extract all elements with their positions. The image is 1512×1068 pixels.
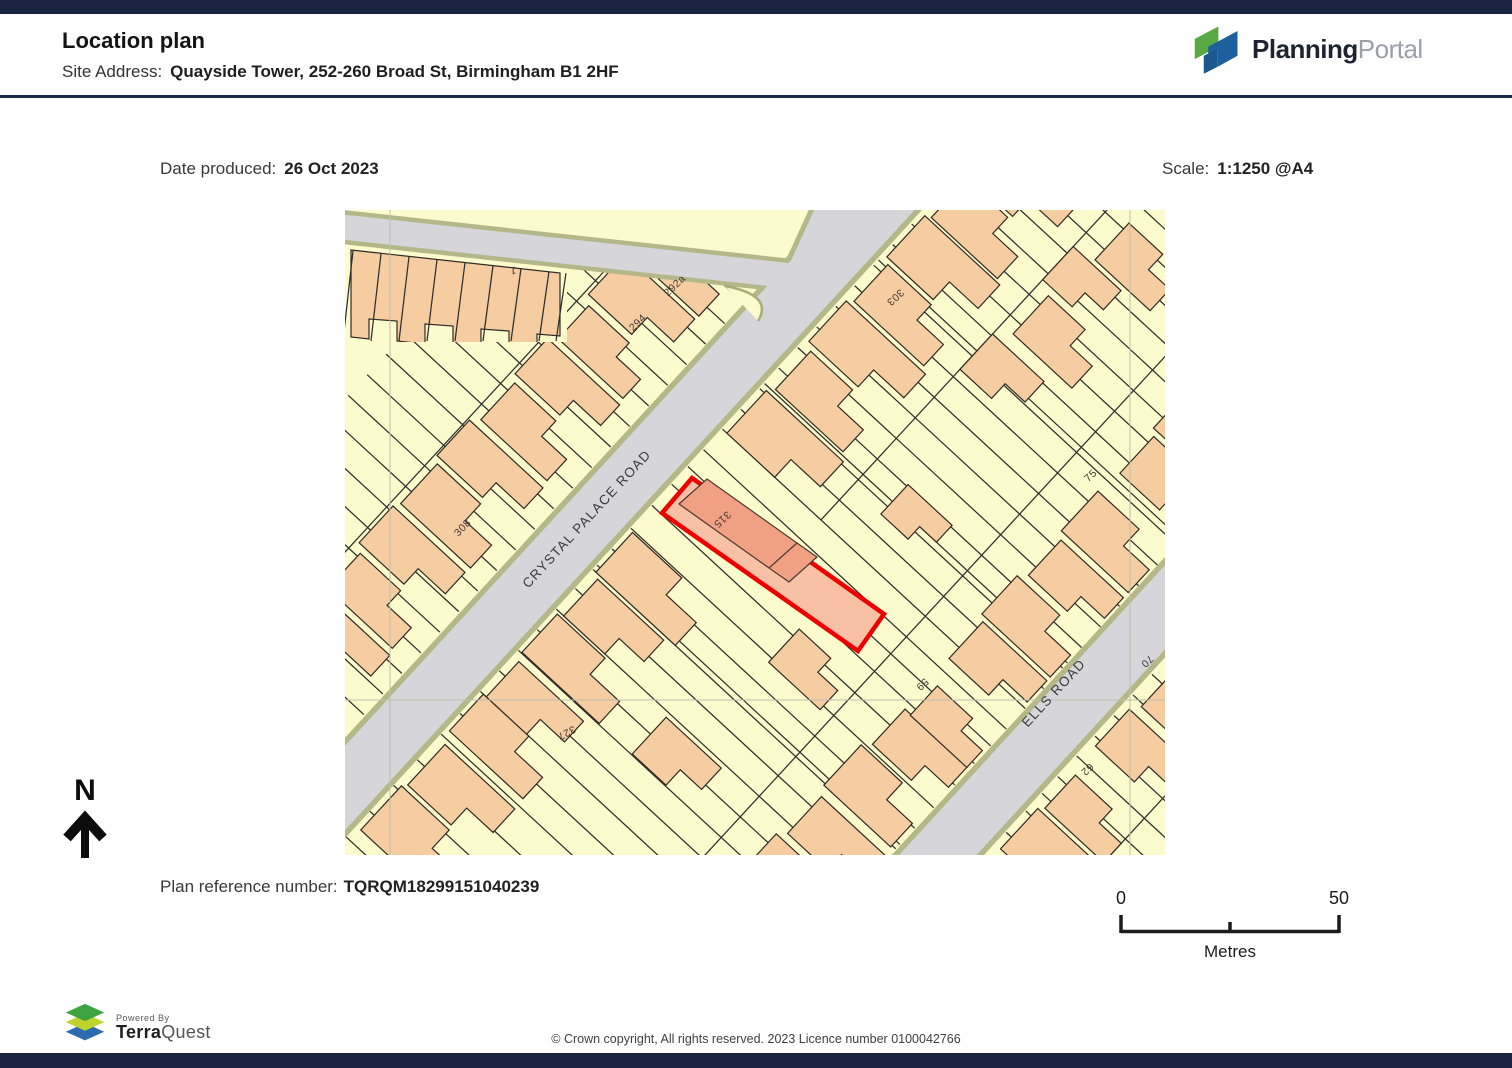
plan-reference-label: Plan reference number: [160, 877, 338, 896]
scale-bar-start: 0 [1109, 888, 1133, 909]
logo-text-portal: Portal [1358, 34, 1423, 64]
north-arrow-icon [56, 806, 114, 862]
map-canvas: CRYSTAL PALACE ROADELLS ROAD1292a2943033… [345, 210, 1165, 855]
planning-portal-logo-text: PlanningPortal [1252, 34, 1423, 65]
north-label: N [56, 776, 114, 806]
map-scale: Scale: 1:1250 @A4 [1162, 159, 1313, 179]
site-address-line: Site Address: Quayside Tower, 252-260 Bro… [62, 62, 619, 82]
plan-reference-value: TQRQM18299151040239 [344, 877, 540, 896]
scale-bar-unit: Metres [1184, 942, 1276, 962]
date-label: Date produced: [160, 159, 276, 178]
scale-value: 1:1250 @A4 [1217, 159, 1313, 178]
site-address-label: Site Address: [62, 62, 162, 81]
logo-text-planning: Planning [1252, 34, 1358, 64]
planning-portal-logo-icon [1188, 22, 1242, 76]
north-indicator: N [56, 776, 114, 868]
page-title: Location plan [62, 28, 205, 54]
bottom-navy-bar [0, 1053, 1512, 1068]
plan-reference: Plan reference number: TQRQM1829915104023… [160, 877, 539, 897]
site-address-value: Quayside Tower, 252-260 Broad St, Birmin… [170, 62, 618, 81]
top-navy-bar [0, 0, 1512, 14]
scale-bar-bracket [1095, 912, 1365, 938]
scale-label: Scale: [1162, 159, 1209, 178]
date-produced: Date produced: 26 Oct 2023 [160, 159, 379, 179]
planning-portal-logo: PlanningPortal [1188, 22, 1423, 76]
location-map: CRYSTAL PALACE ROADELLS ROAD1292a2943033… [345, 210, 1165, 855]
parcel-number-label: 1 [510, 264, 517, 276]
date-value: 26 Oct 2023 [284, 159, 379, 178]
copyright-notice: © Crown copyright, All rights reserved. … [0, 1032, 1512, 1046]
location-plan-page: Location plan Site Address: Quayside Towe… [0, 0, 1512, 1068]
header-divider [0, 95, 1512, 98]
scale-bar-end: 50 [1324, 888, 1354, 909]
scale-bar: 0 50 Metres [1095, 888, 1365, 968]
